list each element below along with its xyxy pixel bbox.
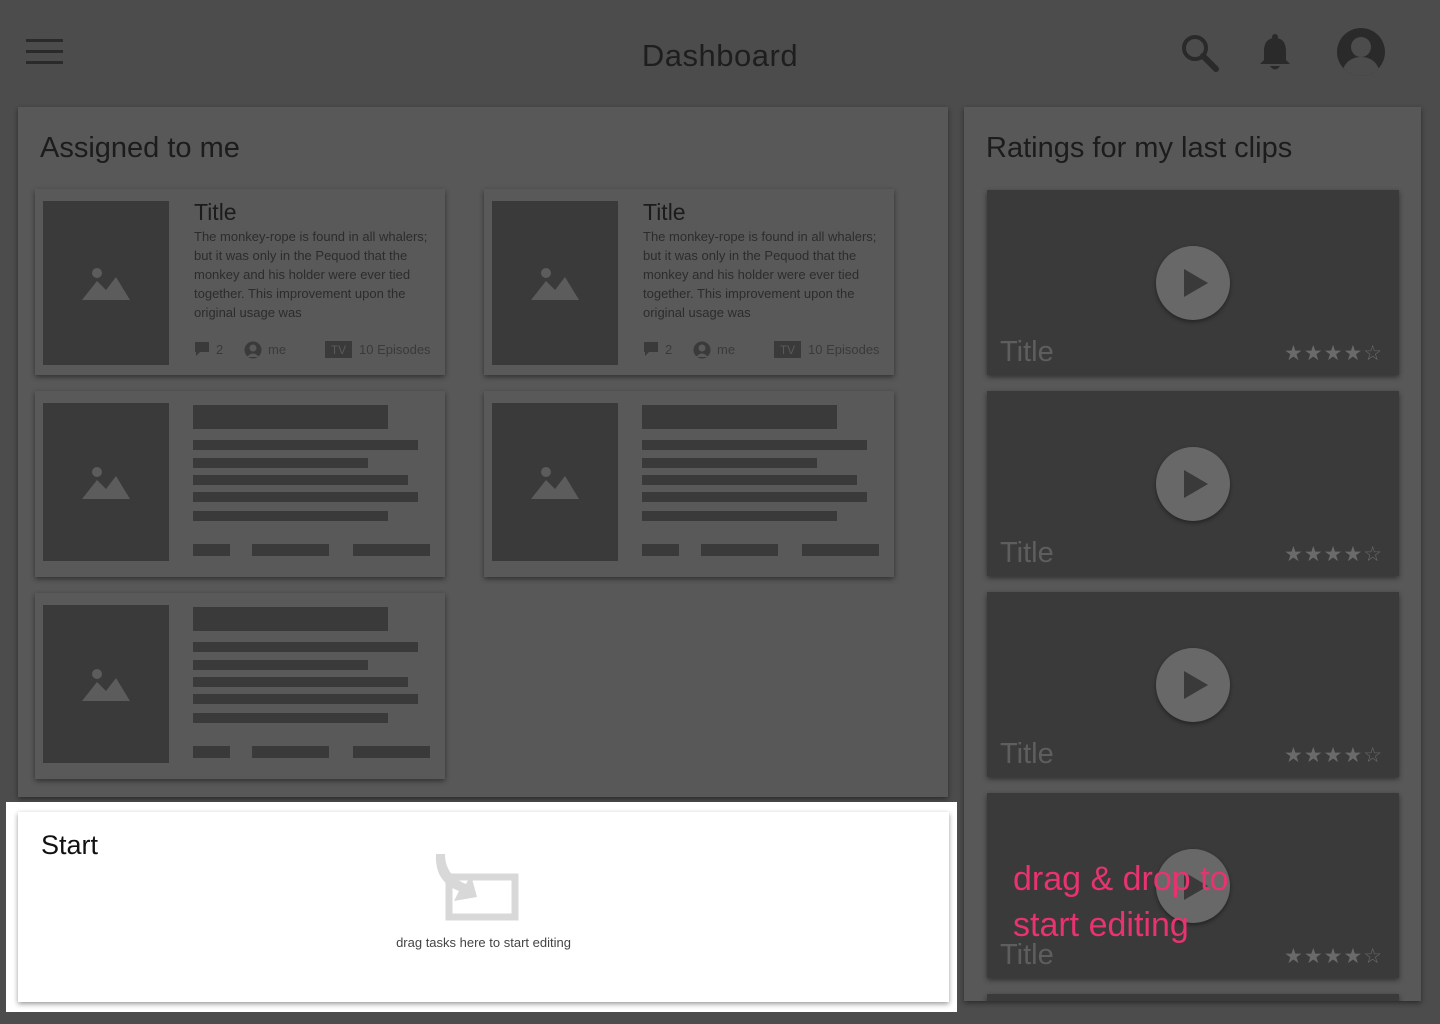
star-rating-icon: ★★★★☆ (1284, 543, 1384, 566)
skeleton-line (193, 492, 418, 502)
clip-title: Title (1000, 537, 1054, 569)
skeleton-task-card[interactable] (35, 391, 445, 577)
clip-card[interactable]: Title ★★★★☆ (987, 190, 1399, 375)
search-icon[interactable] (1180, 33, 1220, 78)
skeleton-meta (642, 544, 679, 556)
annotation-text: drag & drop to start editing (1013, 856, 1228, 948)
user-avatar-icon[interactable] (1336, 27, 1386, 82)
star-rating-icon: ★★★★☆ (1284, 945, 1384, 968)
user-icon (693, 341, 711, 359)
image-placeholder-icon (43, 403, 169, 561)
skeleton-line (642, 511, 837, 521)
clip-title: Title (1000, 336, 1054, 368)
skeleton-line (642, 492, 867, 502)
skeleton-meta (353, 544, 430, 556)
skeleton-line (193, 458, 368, 468)
skeleton-line (642, 475, 857, 485)
skeleton-task-card[interactable] (484, 391, 894, 577)
skeleton-line (642, 458, 817, 468)
clip-card[interactable]: Title ★★★★☆ (987, 592, 1399, 777)
tv-badge-icon: TV (325, 341, 352, 358)
skeleton-line (193, 677, 408, 687)
bell-icon[interactable] (1258, 33, 1292, 78)
skeleton-meta (252, 544, 329, 556)
image-placeholder-icon (492, 403, 618, 561)
ratings-panel-title: Ratings for my last clips (986, 132, 1293, 164)
skeleton-title (642, 405, 837, 429)
card-description: The monkey-rope is found in all whalers;… (194, 229, 428, 320)
skeleton-line (193, 440, 418, 450)
task-card[interactable]: Title The monkey-rope is found in all wh… (35, 189, 445, 375)
page-title: Dashboard (641, 38, 799, 73)
drag-drop-arrow-icon (433, 851, 523, 931)
skeleton-line (193, 713, 388, 723)
play-button-icon[interactable] (1156, 648, 1230, 722)
star-rating-icon: ★★★★☆ (1284, 744, 1384, 767)
image-placeholder-icon (492, 201, 618, 365)
start-drop-zone[interactable]: Start drag tasks here to start editing (18, 812, 949, 1002)
skeleton-line (193, 694, 418, 704)
skeleton-title (193, 405, 388, 429)
start-panel-title: Start (41, 830, 99, 860)
skeleton-meta (701, 544, 778, 556)
assigned-panel: Assigned to me Title The monkey-rope is … (18, 107, 948, 797)
skeleton-meta (193, 544, 230, 556)
assigned-panel-title: Assigned to me (40, 132, 240, 164)
card-title: Title (643, 199, 686, 225)
image-placeholder-icon (43, 201, 169, 365)
skeleton-line (193, 475, 408, 485)
skeleton-meta (193, 746, 230, 758)
star-rating-icon: ★★★★☆ (1284, 342, 1384, 365)
task-card[interactable]: Title The monkey-rope is found in all wh… (484, 189, 894, 375)
drop-hint-text: drag tasks here to start editing (396, 935, 571, 950)
skeleton-line (193, 642, 418, 652)
card-description: The monkey-rope is found in all whalers;… (643, 229, 877, 320)
card-title: Title (194, 199, 237, 225)
tv-badge-icon: TV (774, 341, 801, 358)
clip-card-partial[interactable] (987, 994, 1399, 1001)
skeleton-line (193, 511, 388, 521)
skeleton-line (642, 440, 867, 450)
svg-text:TV: TV (780, 343, 795, 357)
skeleton-meta (802, 544, 879, 556)
clip-card[interactable]: Title ★★★★☆ (987, 391, 1399, 576)
skeleton-title (193, 607, 388, 631)
play-button-icon[interactable] (1156, 447, 1230, 521)
comment-icon (195, 342, 209, 356)
play-button-icon[interactable] (1156, 246, 1230, 320)
comment-icon (644, 342, 658, 356)
skeleton-meta (353, 746, 430, 758)
image-placeholder-icon (43, 605, 169, 763)
clip-title: Title (1000, 738, 1054, 770)
svg-text:TV: TV (331, 343, 346, 357)
user-icon (244, 341, 262, 359)
top-bar: Dashboard (0, 0, 1440, 100)
skeleton-task-card[interactable] (35, 593, 445, 779)
skeleton-line (193, 660, 368, 670)
skeleton-meta (252, 746, 329, 758)
annotation-line: drag & drop to (1013, 860, 1229, 898)
annotation-line: start editing (1013, 906, 1189, 944)
